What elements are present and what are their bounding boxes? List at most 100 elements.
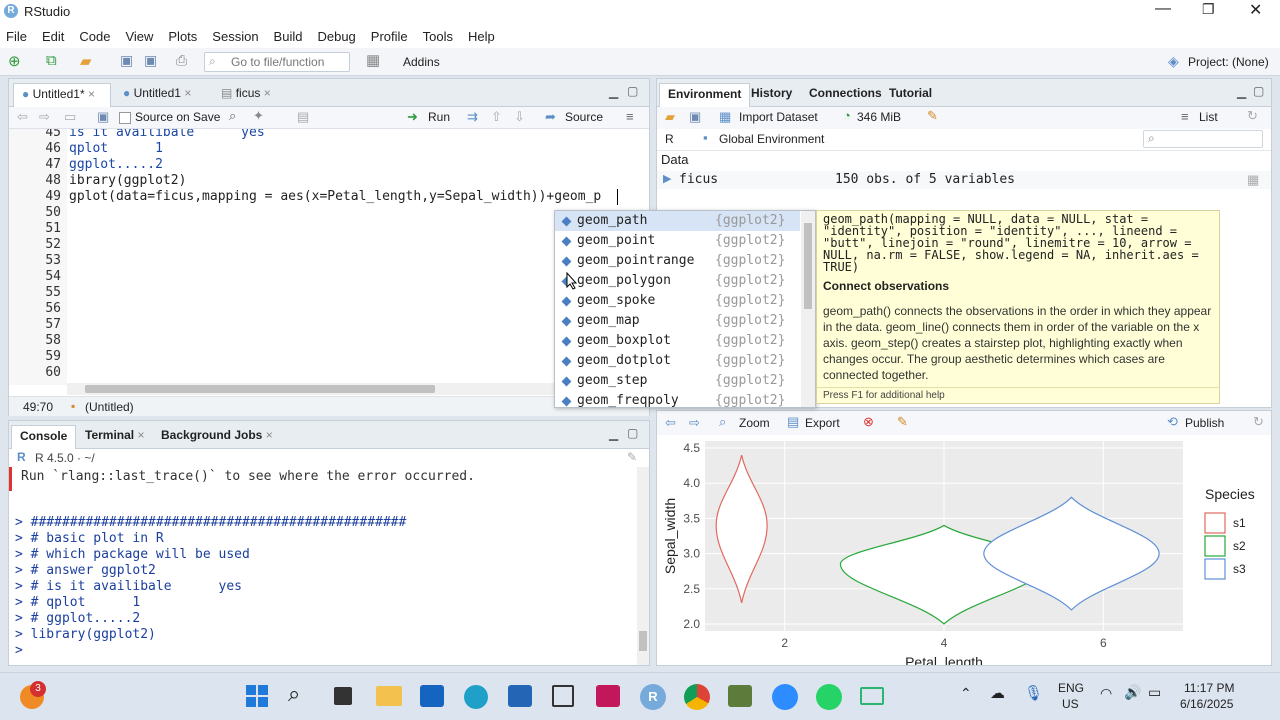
chrome-icon[interactable] xyxy=(684,684,710,710)
environment-row-ficus[interactable]: ▶ ficus 150 obs. of 5 variables ▦ xyxy=(657,171,1271,189)
input-language[interactable]: ENG xyxy=(1058,681,1084,695)
clock-time[interactable]: 11:17 PM xyxy=(1184,681,1234,695)
menu-code[interactable]: Code xyxy=(79,29,110,44)
project-menu[interactable]: Project: (None) xyxy=(1188,55,1269,69)
tab-untitled1-modified[interactable]: ● Untitled1* × xyxy=(13,83,111,107)
go-down-icon[interactable]: ⇩ xyxy=(514,109,525,125)
menu-debug[interactable]: Debug xyxy=(317,29,355,44)
back-icon[interactable]: ⇦ xyxy=(17,109,28,125)
remove-plot-icon[interactable]: ⊗ xyxy=(863,414,874,430)
save-all-icon[interactable]: ▣ xyxy=(144,52,157,69)
console-scrollbar-thumb[interactable] xyxy=(639,631,647,651)
clock-date[interactable]: 6/16/2025 xyxy=(1180,697,1233,711)
maximize-pane-icon[interactable]: ▢ xyxy=(627,84,638,98)
refresh-plot-icon[interactable]: ↻ xyxy=(1253,414,1264,430)
file-explorer-icon[interactable] xyxy=(376,686,402,706)
import-dataset-button[interactable]: Import Dataset xyxy=(739,110,818,124)
store-icon[interactable] xyxy=(508,685,532,707)
code-tools-icon[interactable]: ✦ xyxy=(253,108,264,124)
tab-terminal[interactable]: Terminal × xyxy=(77,425,152,449)
tab-console[interactable]: Console xyxy=(11,425,77,449)
cloud-icon[interactable]: ☁ xyxy=(990,684,1005,702)
screen-app-icon[interactable] xyxy=(860,687,884,705)
task-view-icon[interactable] xyxy=(334,687,352,705)
publish-button[interactable]: Publish xyxy=(1185,416,1224,430)
source-button[interactable]: Source xyxy=(565,110,603,124)
whatsapp-icon[interactable] xyxy=(816,684,842,710)
refresh-icon[interactable]: ↻ xyxy=(1247,108,1258,124)
new-project-icon[interactable]: ⧉ xyxy=(46,52,57,69)
scope-select[interactable]: Global Environment xyxy=(719,132,824,146)
save-file-icon[interactable]: ▣ xyxy=(97,109,109,125)
microphone-icon[interactable]: 🎙 xyxy=(1024,684,1043,702)
completion-item[interactable]: geom_spoke {ggplot2} xyxy=(555,291,800,311)
app-icon[interactable] xyxy=(728,685,752,707)
load-workspace-icon[interactable]: ▰ xyxy=(665,109,675,125)
zoom-button[interactable]: Zoom xyxy=(739,416,770,430)
console-output[interactable]: Run `rlang::last_trace()` to see where t… xyxy=(9,467,637,665)
menu-session[interactable]: Session xyxy=(212,29,258,44)
go-up-icon[interactable]: ⇧ xyxy=(491,109,502,125)
menu-view[interactable]: View xyxy=(125,29,153,44)
search-icon[interactable]: ⌕ xyxy=(288,681,300,707)
maximize-pane-icon[interactable]: ▢ xyxy=(1253,84,1264,98)
scrollbar-thumb[interactable] xyxy=(85,385,435,393)
run-button[interactable]: Run xyxy=(428,110,450,124)
clear-broom-icon[interactable]: ✎ xyxy=(927,108,938,124)
media-app-icon[interactable] xyxy=(596,685,620,707)
scope-selector[interactable]: (Untitled) xyxy=(85,400,134,414)
menu-file[interactable]: File xyxy=(6,29,27,44)
goto-file-input[interactable]: ⌕ Go to file/function xyxy=(204,52,350,72)
windows-start-icon[interactable] xyxy=(246,685,268,707)
view-mode-select[interactable]: List xyxy=(1199,110,1218,124)
menu-build[interactable]: Build xyxy=(274,29,303,44)
maximize-icon[interactable]: ❐ xyxy=(1202,1,1215,18)
menu-tools[interactable]: Tools xyxy=(423,29,453,44)
tab-connections[interactable]: Connections xyxy=(801,83,890,107)
maximize-pane-icon[interactable]: ▢ xyxy=(627,426,638,440)
tab-untitled1[interactable]: ● Untitled1 × xyxy=(115,83,209,107)
menu-help[interactable]: Help xyxy=(468,29,495,44)
prev-plot-icon[interactable]: ⇦ xyxy=(665,415,676,431)
save-workspace-icon[interactable]: ▣ xyxy=(689,109,701,125)
export-button[interactable]: Export xyxy=(805,416,840,430)
open-folder-icon[interactable]: ▰ xyxy=(80,52,92,70)
completion-item[interactable]: geom_point {ggplot2} xyxy=(555,231,800,251)
tab-background-jobs[interactable]: Background Jobs × xyxy=(153,425,281,449)
clear-plots-icon[interactable]: ✎ xyxy=(897,414,908,430)
memory-usage[interactable]: 346 MiB xyxy=(857,110,901,124)
completion-item[interactable]: geom_pointrange {ggplot2} xyxy=(555,251,800,271)
minimize-pane-icon[interactable]: ▁ xyxy=(609,427,618,441)
menu-plots[interactable]: Plots xyxy=(168,29,197,44)
apps-grid-icon[interactable] xyxy=(552,685,574,707)
rerun-icon[interactable]: ⇉ xyxy=(467,109,478,125)
minimize-pane-icon[interactable]: ▁ xyxy=(1237,85,1246,99)
next-plot-icon[interactable]: ⇨ xyxy=(689,415,700,431)
forward-icon[interactable]: ⇨ xyxy=(39,109,50,125)
find-icon[interactable]: ⌕ xyxy=(229,108,236,124)
completion-item[interactable]: geom_map {ggplot2} xyxy=(555,311,800,331)
language-select[interactable]: R xyxy=(665,132,674,146)
completion-item[interactable]: geom_freqpoly {ggplot2} xyxy=(555,391,800,411)
view-table-icon[interactable]: ▦ xyxy=(1247,172,1259,188)
completion-item[interactable]: geom_polygon {ggplot2} xyxy=(555,271,800,291)
battery-icon[interactable]: ▭ xyxy=(1148,684,1161,701)
zoom-icon[interactable] xyxy=(772,684,798,710)
rstudio-taskbar-icon[interactable]: R xyxy=(640,684,666,710)
completion-item[interactable]: geom_path {ggplot2} xyxy=(555,211,800,231)
volume-icon[interactable]: 🔊 xyxy=(1124,684,1141,701)
console-scrollbar[interactable] xyxy=(637,467,649,665)
new-file-icon[interactable]: ⊕ xyxy=(8,52,21,70)
outline-icon[interactable]: ≡ xyxy=(626,109,634,124)
close-icon[interactable]: ✕ xyxy=(1249,0,1262,20)
save-icon[interactable]: ▣ xyxy=(120,52,133,69)
compile-icon[interactable]: ▤ xyxy=(297,109,309,125)
clear-console-icon[interactable]: ✎ xyxy=(627,450,637,464)
print-icon[interactable]: ⎙ xyxy=(176,52,187,69)
edge-icon[interactable] xyxy=(464,685,488,709)
minimize-pane-icon[interactable]: ▁ xyxy=(609,85,618,99)
wifi-icon[interactable]: ◠ xyxy=(1100,685,1112,702)
tab-tutorial[interactable]: Tutorial xyxy=(881,83,940,107)
tab-environment[interactable]: Environment xyxy=(659,83,751,107)
show-window-icon[interactable]: ▭ xyxy=(64,109,76,125)
